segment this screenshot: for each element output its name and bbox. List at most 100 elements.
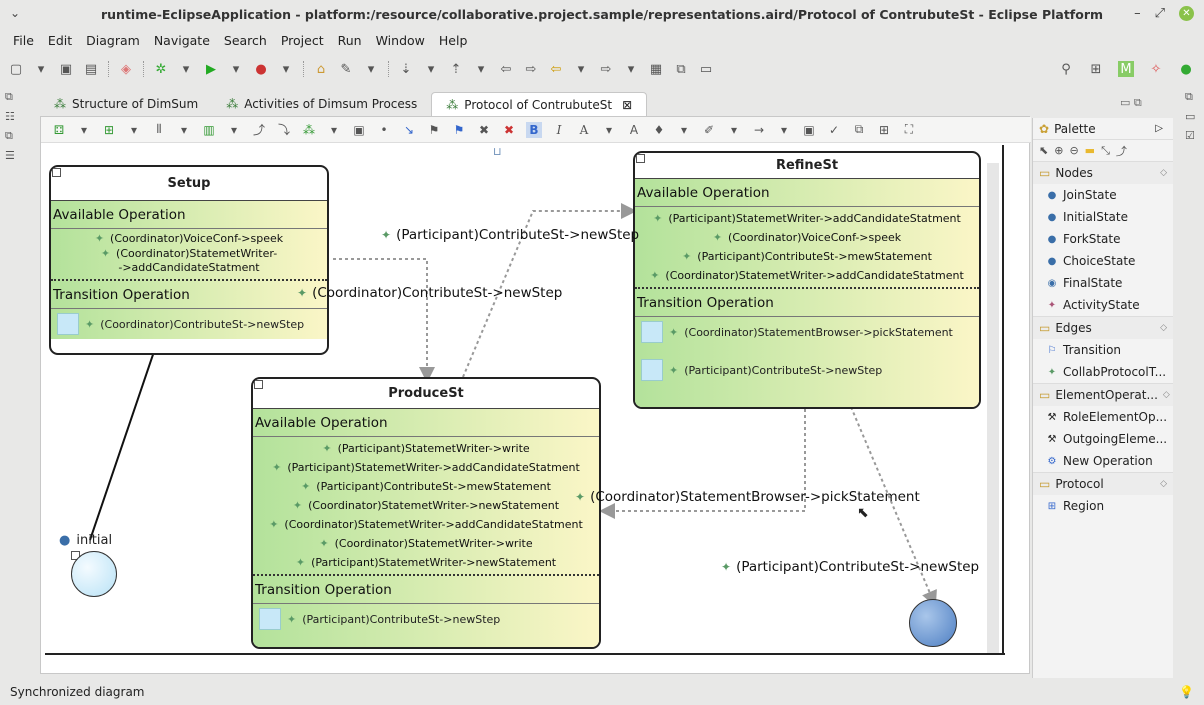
sirius-icon[interactable]: ◈	[118, 61, 134, 77]
italic-icon[interactable]: I	[551, 122, 567, 138]
open-type-icon[interactable]: ⌂	[313, 61, 329, 77]
menu-help[interactable]: Help	[432, 32, 475, 52]
line-style-icon[interactable]: →	[751, 122, 767, 138]
line-color-icon[interactable]: ✐	[701, 122, 717, 138]
view-icon[interactable]: ▭	[698, 61, 714, 77]
save-icon[interactable]: ▣	[58, 61, 74, 77]
edge-label[interactable]: ✦ (Coordinator)ContributeSt->newStep	[297, 285, 562, 301]
minimize-editor-icon[interactable]: ▭ ⧉	[1120, 96, 1142, 110]
show-label-icon[interactable]: ⚑	[451, 122, 467, 138]
tasks-icon[interactable]: ☑	[1185, 129, 1204, 142]
zoom-icon[interactable]: ⛶	[901, 122, 917, 138]
edge-label[interactable]: ✦ (Coordinator)StatementBrowser->pickStat…	[575, 489, 920, 505]
prev-annotation-icon[interactable]: ⇡	[448, 61, 464, 77]
state-setup[interactable]: Setup Available Operation ✦ (Coordinator)…	[49, 165, 329, 355]
close-icon[interactable]: ✕	[1179, 6, 1194, 21]
pin-icon[interactable]: ⤴	[251, 122, 267, 138]
transition-item[interactable]: ✦ (Coordinator)ContributeSt->newStep	[51, 309, 327, 339]
select-icon[interactable]: ⬉	[1039, 144, 1048, 157]
open-icon[interactable]: ▦	[648, 61, 664, 77]
close-tab-icon[interactable]: ⊠	[622, 98, 632, 112]
palette-item-collabprotocol[interactable]: ✦ CollabProtocolT...	[1033, 361, 1173, 383]
palette-item-finalstate[interactable]: ◉ FinalState	[1033, 272, 1173, 294]
export-icon[interactable]: ▣	[351, 122, 367, 138]
dropdown-icon[interactable]: ▾	[473, 61, 489, 77]
next-annotation-icon[interactable]: ⇣	[398, 61, 414, 77]
tab-structure[interactable]: ⁂ Structure of DimSum	[40, 92, 212, 116]
transition-item[interactable]: ✦ (Coordinator)StatementBrowser->pickStat…	[635, 317, 979, 347]
font-color-icon[interactable]: A	[576, 122, 592, 138]
model-explorer-icon[interactable]: ☷	[5, 110, 22, 123]
drawer-header[interactable]: ▭ Nodes ◇	[1033, 162, 1173, 184]
palette-item-choicestate[interactable]: ● ChoiceState	[1033, 250, 1173, 272]
bold-icon[interactable]: B	[526, 121, 542, 138]
sirius-perspective-icon[interactable]: ✧	[1148, 61, 1164, 77]
run-icon[interactable]: ▶	[203, 61, 219, 77]
copy-icon[interactable]: ⧉	[673, 61, 689, 77]
delete-icon[interactable]: ✖	[476, 122, 492, 138]
operation-item[interactable]: ✦ (Coordinator)StatemetWriter->newStateme…	[253, 496, 599, 515]
zoom-in-icon[interactable]: ⊕	[1054, 144, 1063, 157]
operation-item[interactable]: ✦ (Participant)StatemetWriter->addCandida…	[635, 209, 979, 228]
restore-icon[interactable]: ⧉	[5, 129, 22, 143]
palette-item-forkstate[interactable]: ● ForkState	[1033, 228, 1173, 250]
initial-state[interactable]	[71, 551, 117, 597]
arrange-icon[interactable]: ⊞	[101, 122, 117, 138]
dropdown-icon[interactable]: ▾	[33, 61, 49, 77]
operation-item[interactable]: ✦ (Participant)StatemetWriter->addCandida…	[253, 458, 599, 477]
dropdown-icon[interactable]: ▾	[423, 61, 439, 77]
collapse-icon[interactable]	[52, 168, 61, 177]
operation-item[interactable]: ✦ (Coordinator)VoiceConf->speek	[51, 231, 327, 247]
align-icon[interactable]: ⫴	[151, 122, 167, 138]
dropdown-icon[interactable]: ▾	[363, 61, 379, 77]
restore-icon[interactable]: ⧉	[1185, 90, 1204, 104]
collapse-icon[interactable]	[254, 380, 263, 389]
fill-color-icon[interactable]: ♦	[651, 122, 667, 138]
palette-item-roleelementop[interactable]: ⚒ RoleElementOp...	[1033, 406, 1173, 428]
style-icon[interactable]: ▣	[801, 122, 817, 138]
operation-item[interactable]: ✦ (Coordinator)VoiceConf->speek	[635, 228, 979, 247]
unpin-icon[interactable]: ⤵	[276, 122, 292, 138]
font-icon[interactable]: A	[626, 122, 642, 138]
back-edit-icon[interactable]: ⇦	[498, 61, 514, 77]
palette-item-initialstate[interactable]: ● InitialState	[1033, 206, 1173, 228]
menu-diagram[interactable]: Diagram	[79, 32, 147, 52]
dropdown-icon[interactable]: ▾	[278, 61, 294, 77]
collapse-palette-icon[interactable]: ▷	[1155, 123, 1163, 134]
menu-search[interactable]: Search	[217, 32, 274, 52]
operation-item[interactable]: ✦ (Participant)StatemetWriter->newStateme…	[253, 553, 599, 572]
maximize-icon[interactable]: ⤢	[1155, 6, 1165, 21]
transition-item[interactable]: ✦ (Participant)ContributeSt->newStep	[635, 355, 979, 385]
operation-item[interactable]: ✦ (Participant)StatemetWriter->write	[253, 439, 599, 458]
pin-icon[interactable]: ⤴	[1116, 143, 1127, 159]
diagram-canvas[interactable]: Setup Available Operation ✦ (Coordinator)…	[45, 145, 1005, 657]
menu-navigate[interactable]: Navigate	[147, 32, 217, 52]
operation-item[interactable]: ✦ (Coordinator)StatemetWriter->addCandida…	[635, 266, 979, 285]
perspective-icon[interactable]: ⊞	[1088, 61, 1104, 77]
outline-icon[interactable]: ☰	[5, 149, 22, 162]
palette-item-newoperation[interactable]: ⚙ New Operation	[1033, 450, 1173, 472]
modeling-perspective-icon[interactable]: M	[1118, 61, 1134, 77]
menu-edit[interactable]: Edit	[41, 32, 79, 52]
reset-style-icon[interactable]: ✓	[826, 122, 842, 138]
back-icon[interactable]: ⇦	[548, 61, 564, 77]
dropdown-icon[interactable]: ▾	[228, 61, 244, 77]
properties-icon[interactable]: ▭	[1185, 110, 1204, 123]
lightbulb-icon[interactable]: 💡	[1179, 685, 1194, 699]
restore-icon[interactable]: ⧉	[5, 90, 22, 104]
pen-icon[interactable]: ✎	[338, 61, 354, 77]
palette-item-outgoingelement[interactable]: ⚒ OutgoingEleme...	[1033, 428, 1173, 450]
note-icon[interactable]: ▬	[1085, 144, 1095, 157]
size-icon[interactable]: ⊞	[876, 122, 892, 138]
minimize-icon[interactable]: –	[1134, 6, 1141, 21]
handle-icon[interactable]: ⊔	[493, 145, 502, 158]
edge-label[interactable]: ✦ (Participant)ContributeSt->newStep	[721, 559, 979, 575]
palette-item-transition[interactable]: ⚐ Transition	[1033, 339, 1173, 361]
operation-item[interactable]: ✦ (Coordinator)StatemetWriter->write	[253, 534, 599, 553]
forward-icon[interactable]: ⇨	[598, 61, 614, 77]
external-tools-icon[interactable]: ●	[253, 61, 269, 77]
palette-item-region[interactable]: ⊞ Region	[1033, 495, 1173, 517]
operation-item[interactable]: ✦ (Coordinator)StatemetWriter->addCandida…	[253, 515, 599, 534]
final-state[interactable]	[909, 599, 957, 647]
collapse-icon[interactable]	[636, 154, 645, 163]
